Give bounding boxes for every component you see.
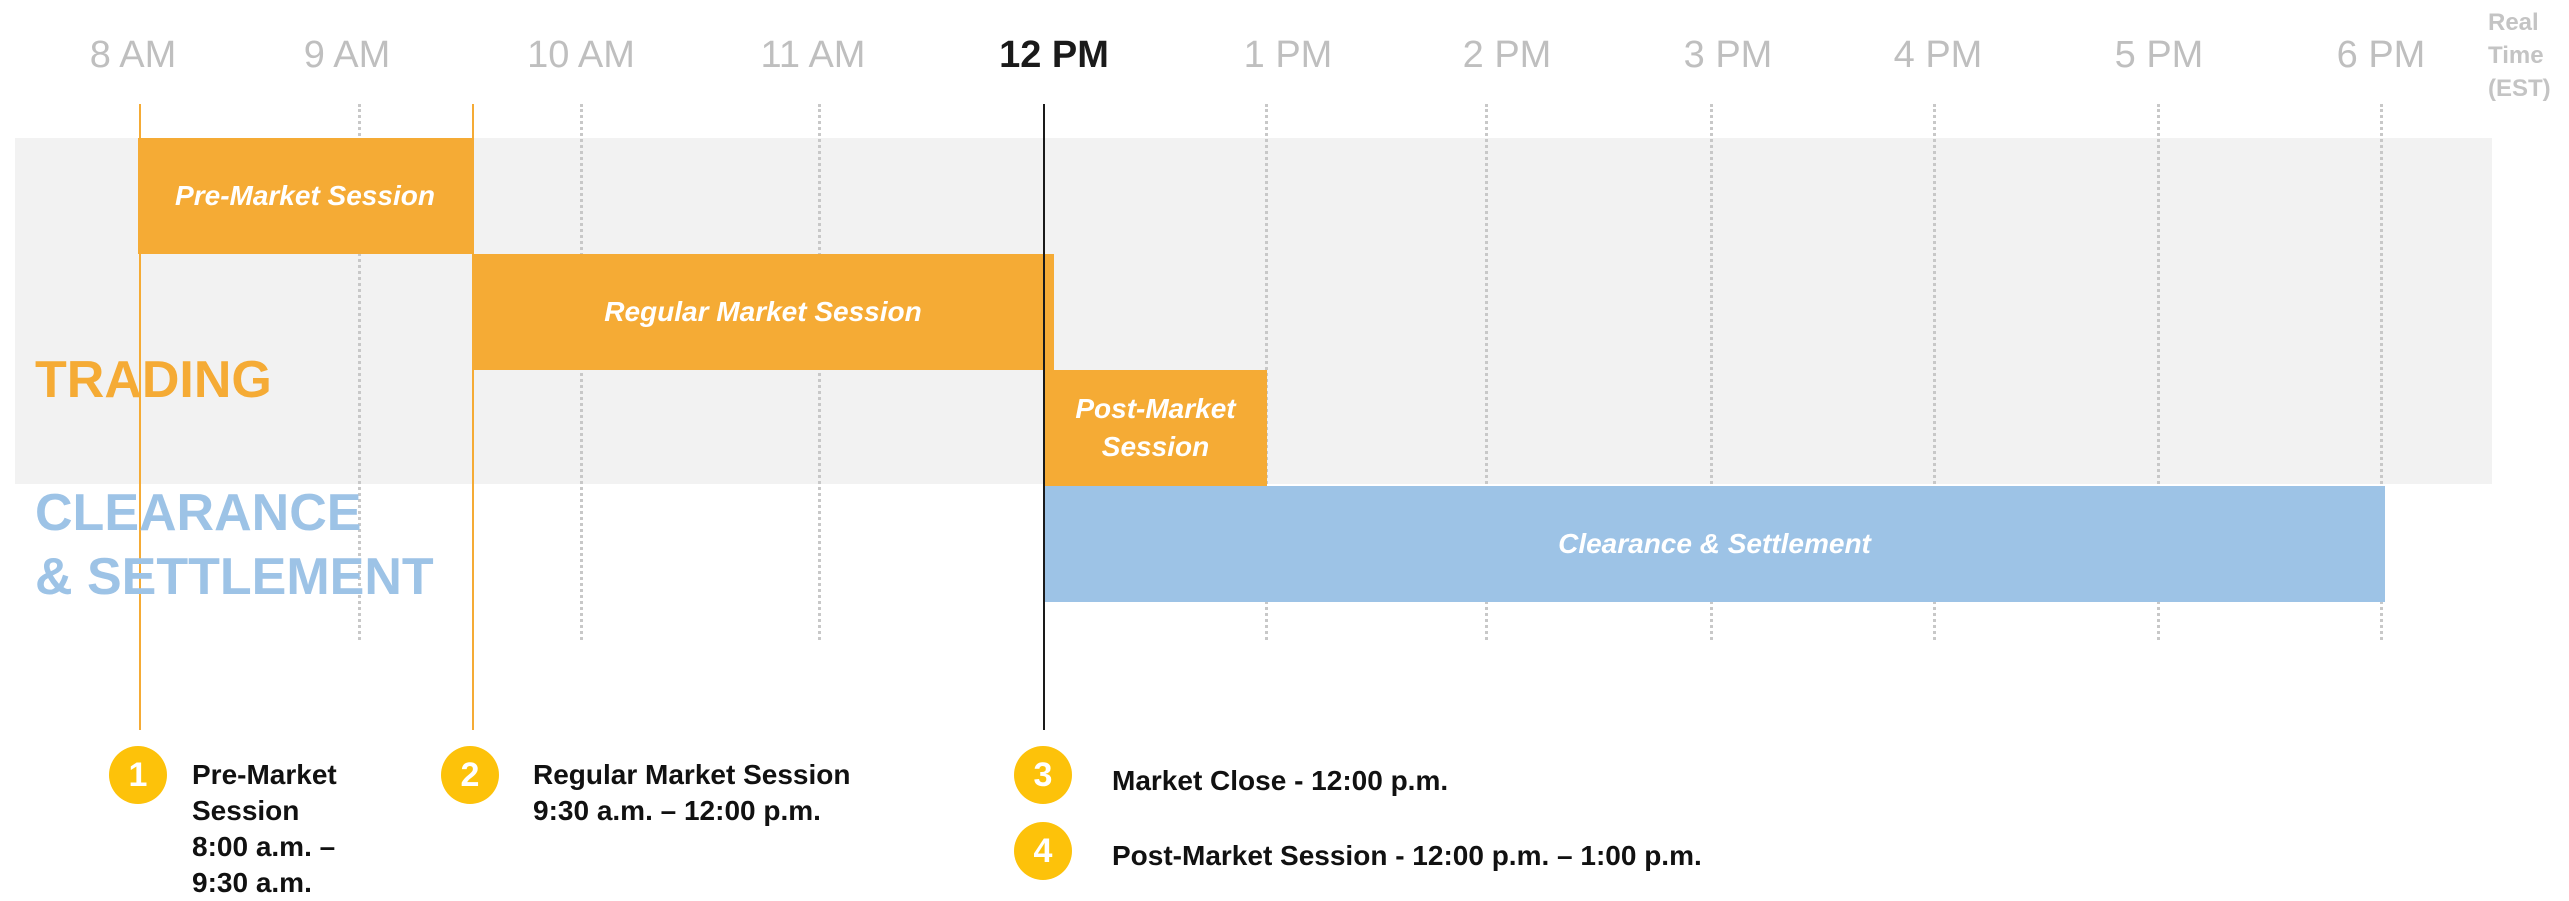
legend-item-post-market: Post-Market Session - 12:00 p.m. – 1:00 … — [1112, 838, 2112, 874]
clearance-section-title: CLEARANCE & SETTLEMENT — [35, 481, 475, 609]
legend-item-regular-session: Regular Market Session 9:30 a.m. – 12:00… — [533, 757, 973, 829]
clearance-title-line: CLEARANCE — [35, 484, 362, 542]
post-market-session-label: Session — [1101, 431, 1210, 462]
hour-label-4pm: 4 PM — [1893, 34, 1983, 76]
pre-market-start-marker — [139, 104, 141, 730]
hour-label-12pm-current: 12 PM — [999, 34, 1109, 76]
legend-line: Market Close - 12:00 p.m. — [1112, 765, 1449, 796]
hour-label-1pm: 1 PM — [1243, 34, 1333, 76]
timezone-line: (EST) — [2488, 75, 2551, 102]
legend-line: Pre-Market — [192, 759, 337, 790]
legend-badge-2: 2 — [441, 746, 499, 804]
market-hours-timeline: 8 AM 9 AM 10 AM 11 AM 12 PM 1 PM 2 PM 3 … — [0, 0, 2569, 898]
clearance-settlement-bar: Clearance & Settlement — [1044, 486, 2385, 602]
regular-market-session-bar: Regular Market Session — [472, 254, 1054, 370]
timezone-label: Real Time (EST) — [2488, 6, 2568, 105]
legend-badge-4: 4 — [1014, 822, 1072, 880]
legend-line: Regular Market Session — [533, 759, 851, 790]
legend-line: Post-Market Session - 12:00 p.m. – 1:00 … — [1112, 840, 1702, 871]
legend-line: Session — [192, 795, 300, 826]
hour-label-10am: 10 AM — [527, 34, 635, 76]
timezone-line: Real — [2488, 9, 2539, 36]
legend-item-market-close: Market Close - 12:00 p.m. — [1112, 763, 1812, 799]
hour-label-3pm: 3 PM — [1683, 34, 1773, 76]
post-market-session-bar: Post-Market Session — [1044, 370, 1267, 486]
post-market-session-label: Post-Market — [1075, 393, 1236, 424]
pre-market-session-bar: Pre-Market Session — [138, 138, 472, 254]
trading-section-title: TRADING — [35, 351, 272, 409]
legend-line: 9:30 a.m. — [192, 867, 312, 898]
legend-line: 9:30 a.m. – 12:00 p.m. — [533, 795, 821, 826]
regular-session-start-marker — [472, 104, 474, 730]
gridline-10am — [580, 104, 583, 640]
hour-label-5pm: 5 PM — [2114, 34, 2204, 76]
market-close-marker — [1043, 104, 1045, 730]
legend-badge-3: 3 — [1014, 746, 1072, 804]
regular-market-session-label: Regular Market Session — [604, 296, 922, 327]
pre-market-session-label: Pre-Market Session — [175, 180, 435, 211]
legend-badge-1: 1 — [109, 746, 167, 804]
hour-label-8am: 8 AM — [89, 34, 177, 76]
hour-label-6pm: 6 PM — [2336, 34, 2426, 76]
hour-label-11am: 11 AM — [760, 34, 866, 76]
legend-line: 8:00 a.m. – — [192, 831, 336, 862]
hour-label-2pm: 2 PM — [1462, 34, 1552, 76]
hour-label-9am: 9 AM — [303, 34, 391, 76]
clearance-title-line: & SETTLEMENT — [35, 548, 434, 606]
legend-item-pre-market: Pre-Market Session 8:00 a.m. – 9:30 a.m. — [192, 757, 382, 901]
gridline-11am — [818, 104, 821, 640]
clearance-settlement-label: Clearance & Settlement — [1558, 528, 1871, 559]
timezone-line: Time — [2488, 42, 2544, 69]
